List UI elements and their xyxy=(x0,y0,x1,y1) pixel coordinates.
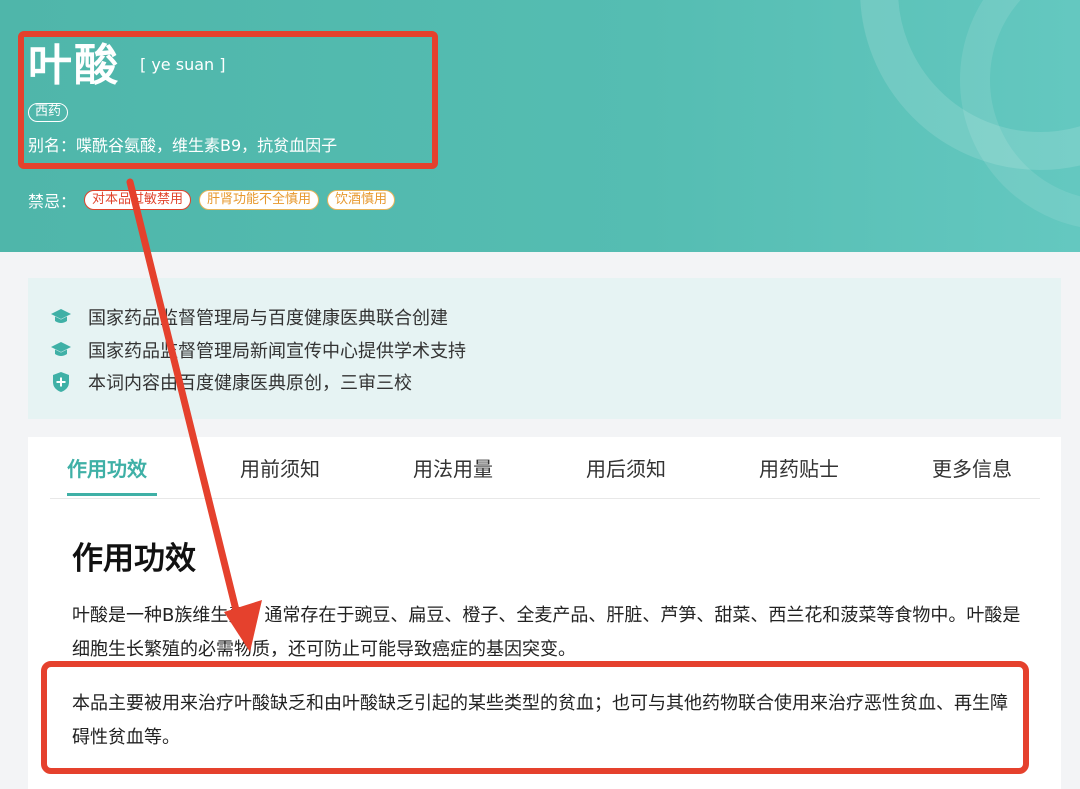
annotation-arrow-icon xyxy=(126,178,262,652)
